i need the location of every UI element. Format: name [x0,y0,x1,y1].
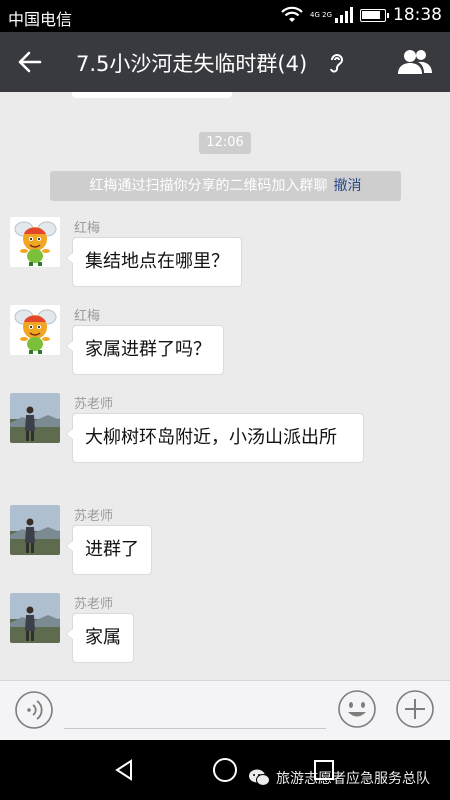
cartoon-bee-avatar[interactable] [10,305,60,355]
network-type-label: 4G 2G [310,11,332,19]
watermark: 旅游志愿者应急服务总队 [248,768,430,788]
nav-back-button[interactable] [112,758,136,786]
time-divider: 12:06 [199,132,251,154]
voice-button[interactable] [14,690,54,734]
status-bar: 中国电信 4G 2G 18:38 [0,0,450,32]
plus-icon [396,690,434,728]
sender-name: 苏老师 [74,509,114,524]
wechat-icon [249,769,270,786]
person-photo-avatar[interactable] [10,393,60,443]
clock: 18:38 [393,5,442,25]
carrier-name: 中国电信 [8,10,73,29]
chat-title[interactable]: 7.5小沙河走失临时群(4) [76,48,307,78]
system-notice-text: 红梅通过扫描你分享的二维码加入群聊 [89,178,328,194]
signal-icon [335,7,353,23]
previous-message-bubble [72,92,232,98]
system-notice: 红梅通过扫描你分享的二维码加入群聊 撤消 [50,171,401,201]
status-icons: 4G 2G 18:38 [281,5,442,25]
message-bubble[interactable]: 集结地点在哪里？ [66,237,242,287]
emoji-button[interactable] [337,689,377,733]
message-bubble[interactable]: 家属进群了吗？ [66,325,224,375]
sender-name: 红梅 [74,309,101,324]
sender-name: 红梅 [74,221,101,236]
wifi-icon [281,6,303,24]
sender-name: 苏老师 [74,397,114,412]
message-bubble[interactable]: 进群了 [66,525,152,575]
input-bar [0,680,450,740]
sender-name: 苏老师 [74,597,114,612]
triangle-back-icon [115,759,132,781]
person-photo-avatar[interactable] [10,505,60,555]
chat-area[interactable]: 12:06 红梅通过扫描你分享的二维码加入群聊 撤消 红梅 集结地点在哪里？ 红… [0,92,450,680]
voice-icon [15,691,53,729]
arrow-left-icon [18,51,42,73]
people-icon [398,50,432,74]
back-button[interactable] [14,47,46,77]
ear-icon [328,52,346,78]
system-nav-bar: 旅游志愿者应急服务总队 [0,740,450,800]
group-members-button[interactable] [396,47,434,81]
watermark-text: 旅游志愿者应急服务总队 [276,771,430,787]
undo-link[interactable]: 撤消 [334,178,362,194]
message-input[interactable] [64,691,326,729]
message-bubble[interactable]: 大柳树环岛附近，小汤山派出所 [66,413,364,463]
smiley-icon [338,690,376,728]
cartoon-bee-avatar[interactable] [10,217,60,267]
person-photo-avatar[interactable] [10,593,60,643]
circle-home-icon [213,758,237,782]
more-options-button[interactable] [395,689,435,733]
chat-header: 7.5小沙河走失临时群(4) [0,32,450,92]
battery-level [362,10,380,19]
nav-home-button[interactable] [212,757,238,787]
message-bubble[interactable]: 家属 [66,613,134,663]
battery-icon [360,8,389,22]
